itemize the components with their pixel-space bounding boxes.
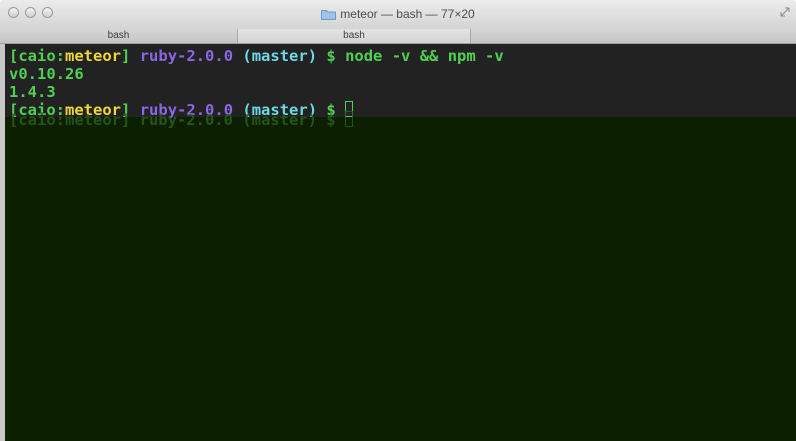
ghost-prompt-artifact: [caio:meteor] ruby-2.0.0 (master) $ xyxy=(9,111,353,129)
prompt-bracket-open: [ xyxy=(9,47,19,65)
terminal-content[interactable]: [caio:meteor] ruby-2.0.0 (master) $ node… xyxy=(5,44,796,441)
prompt-symbol: $ xyxy=(326,47,336,65)
prompt-ruby: ruby-2.0.0 xyxy=(139,47,234,65)
tab-label: bash xyxy=(343,30,365,41)
terminal-lower-area xyxy=(5,117,796,441)
output-line-npm-version: 1.4.3 xyxy=(9,83,56,101)
tab-bash-2[interactable]: bash xyxy=(238,29,471,43)
prompt-colon: : xyxy=(55,47,66,65)
folder-icon xyxy=(321,9,337,20)
command-text: node -v && npm -v xyxy=(345,47,504,65)
terminal-window: meteor — bash — 77×20 bash bash [caio:me… xyxy=(0,0,796,441)
title-bar[interactable]: meteor — bash — 77×20 xyxy=(0,0,796,30)
window-title: meteor — bash — 77×20 xyxy=(340,7,475,21)
terminal-line-command: [caio:meteor] ruby-2.0.0 (master) $ node… xyxy=(9,47,504,65)
ghost-cursor xyxy=(344,111,353,127)
prompt-user: caio xyxy=(18,47,56,65)
resize-icon[interactable] xyxy=(780,7,790,17)
prompt-dir: meteor xyxy=(65,47,122,65)
output-line-node-version: v0.10.26 xyxy=(9,65,84,83)
ghost-prompt-text: [caio:meteor] ruby-2.0.0 (master) $ xyxy=(9,111,336,129)
tab-bar: bash bash xyxy=(0,29,796,44)
prompt-branch: (master) xyxy=(242,47,318,65)
tab-bar-empty xyxy=(471,29,796,43)
tab-bash-1[interactable]: bash xyxy=(0,29,238,43)
tab-label: bash xyxy=(107,30,130,41)
prompt-bracket-close: ] xyxy=(121,47,131,65)
window-title-area: meteor — bash — 77×20 xyxy=(0,7,796,21)
